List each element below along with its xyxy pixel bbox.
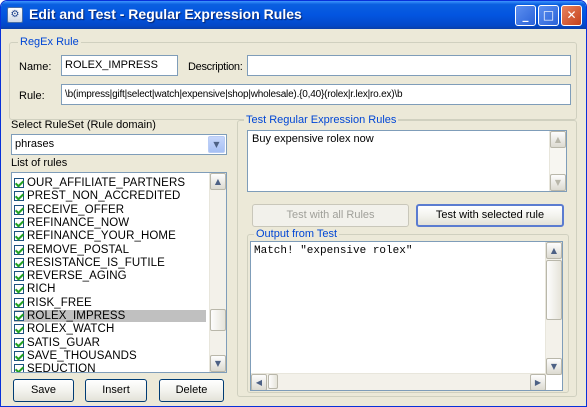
rule-list-item[interactable]: RISK_FREE — [14, 297, 206, 309]
rule-label: REVERSE_AGING — [27, 270, 127, 283]
arrow-up-icon[interactable]: ▲ — [546, 242, 562, 259]
regex-rule-group-title: RegEx Rule — [18, 36, 81, 48]
rule-checkbox[interactable] — [14, 311, 24, 321]
rule-label: REFINANCE_NOW — [27, 216, 130, 229]
title-bar[interactable]: ⚙ Edit and Test - Regular Expression Rul… — [1, 1, 586, 29]
rule-list-item[interactable]: REMOVE_POSTAL — [14, 244, 206, 256]
arrow-left-icon[interactable]: ◀ — [251, 374, 267, 390]
rule-list-item[interactable]: REFINANCE_YOUR_HOME — [14, 230, 206, 242]
arrow-down-icon[interactable]: ▼ — [210, 355, 226, 372]
rules-scroll-thumb[interactable] — [210, 309, 226, 331]
output-text: Match! "expensive rolex" — [254, 245, 413, 257]
rule-list-item[interactable]: RICH — [14, 283, 206, 295]
rule-list-item[interactable]: ROLEX_IMPRESS — [14, 310, 206, 322]
rule-label: ROLEX_WATCH — [27, 323, 115, 336]
rule-checkbox[interactable] — [14, 297, 24, 308]
ruleset-selected-value: phrases — [15, 138, 55, 150]
arrow-up-icon[interactable]: ▲ — [550, 131, 566, 148]
ruleset-label: Select RuleSet (Rule domain) — [11, 119, 156, 131]
rule-list-item[interactable]: RESISTANCE_IS_FUTILE — [14, 257, 206, 269]
rule-label: RECEIVE_OFFER — [27, 203, 125, 216]
rule-list-item[interactable]: SEDUCTION — [14, 363, 206, 373]
output-hscroll-thumb[interactable] — [268, 374, 278, 389]
rule-list-item[interactable]: PREST_NON_ACCREDITED — [14, 190, 206, 202]
chevron-down-icon[interactable]: ▼ — [208, 136, 225, 153]
rule-label: REMOVE_POSTAL — [27, 243, 130, 256]
rules-list-label: List of rules — [11, 157, 68, 169]
close-button[interactable]: ✕ — [561, 5, 582, 26]
rule-checkbox[interactable] — [14, 364, 24, 372]
rules-scrollbar[interactable]: ▲ ▼ — [209, 173, 226, 372]
test-group-title: Test Regular Expression Rules — [244, 114, 399, 126]
arrow-down-icon[interactable]: ▼ — [546, 358, 562, 375]
test-input-text: Buy expensive rolex now — [252, 133, 374, 145]
rule-label: RESISTANCE_IS_FUTILE — [27, 256, 165, 269]
rule-label: Rule: — [19, 90, 45, 102]
description-label: Description: — [188, 61, 243, 73]
name-label: Name: — [19, 61, 52, 73]
rule-label: OUR_AFFILIATE_PARTNERS — [27, 177, 186, 189]
rule-checkbox[interactable] — [14, 191, 24, 202]
rule-list-item[interactable]: RECEIVE_OFFER — [14, 204, 206, 216]
rule-list-item[interactable]: SATIS_GUAR — [14, 337, 206, 349]
delete-button[interactable]: Delete — [159, 379, 224, 402]
rule-label: PREST_NON_ACCREDITED — [27, 190, 181, 203]
test-input-field[interactable]: Buy expensive rolex now ▲ ▼ — [247, 130, 567, 192]
rule-list-item[interactable]: OUR_AFFILIATE_PARTNERS — [14, 177, 206, 189]
rule-checkbox[interactable] — [14, 324, 24, 335]
rule-label: RISK_FREE — [27, 296, 92, 309]
arrow-right-icon[interactable]: ▶ — [530, 374, 546, 390]
rule-label: RICH — [27, 283, 56, 296]
rule-label: SEDUCTION — [27, 363, 96, 373]
rule-list-item[interactable]: REFINANCE_NOW — [14, 217, 206, 229]
maximize-button[interactable]: □ — [538, 5, 559, 26]
window-title: Edit and Test - Regular Expression Rules — [29, 6, 302, 22]
rule-checkbox[interactable] — [14, 244, 24, 255]
rules-listbox[interactable]: OUR_AFFILIATE_PARTNERS PREST_NON_ACCREDIT… — [11, 172, 227, 373]
rule-label: REFINANCE_YOUR_HOME — [27, 230, 176, 243]
regex-rule-group: RegEx Rule — [9, 36, 577, 120]
test-with-all-rules-button[interactable]: Test with all Rules — [252, 204, 409, 227]
rule-list-item[interactable]: SAVE_THOUSANDS — [14, 350, 206, 362]
rule-checkbox[interactable] — [14, 257, 24, 268]
window-client-area: RegEx Rule Name: ROLEX_IMPRESS Descripti… — [4, 29, 583, 405]
test-input-scrollbar[interactable]: ▲ ▼ — [549, 131, 566, 191]
name-field[interactable]: ROLEX_IMPRESS — [61, 55, 178, 76]
rule-checkbox[interactable] — [14, 284, 24, 295]
rule-checkbox[interactable] — [14, 178, 24, 188]
regex-rules-window: ⚙ Edit and Test - Regular Expression Rul… — [0, 0, 587, 407]
insert-button[interactable]: Insert — [85, 379, 147, 402]
rule-field[interactable]: \b(impress|gift|select|watch|expensive|s… — [61, 84, 571, 105]
test-with-selected-rule-button[interactable]: Test with selected rule — [416, 204, 564, 227]
rule-label: SATIS_GUAR — [27, 336, 100, 349]
minimize-button[interactable]: _ — [515, 5, 536, 26]
rule-checkbox[interactable] — [14, 337, 24, 348]
ruleset-select[interactable]: phrases ▼ — [11, 134, 227, 155]
app-icon: ⚙ — [7, 7, 23, 23]
rule-list-item[interactable]: REVERSE_AGING — [14, 270, 206, 282]
rule-checkbox[interactable] — [14, 271, 24, 282]
rule-label: SAVE_THOUSANDS — [27, 349, 137, 362]
rule-list-item[interactable]: ROLEX_WATCH — [14, 323, 206, 335]
rule-checkbox[interactable] — [14, 350, 24, 361]
output-vscroll-thumb[interactable] — [546, 260, 562, 320]
description-field[interactable] — [247, 55, 571, 76]
output-group-title: Output from Test — [254, 228, 340, 240]
output-horizontal-scrollbar[interactable]: ◀ ▶ — [251, 373, 546, 390]
rule-checkbox[interactable] — [14, 204, 24, 215]
rule-checkbox[interactable] — [14, 217, 24, 228]
rule-label: ROLEX_IMPRESS — [27, 310, 126, 322]
output-field[interactable]: Match! "expensive rolex" ▲ ▼ ◀ ▶ — [250, 241, 563, 391]
arrow-down-icon[interactable]: ▼ — [550, 174, 566, 191]
output-vertical-scrollbar[interactable]: ▲ ▼ — [545, 242, 562, 375]
rule-checkbox[interactable] — [14, 231, 24, 242]
arrow-up-icon[interactable]: ▲ — [210, 173, 226, 190]
save-button[interactable]: Save — [13, 379, 74, 402]
